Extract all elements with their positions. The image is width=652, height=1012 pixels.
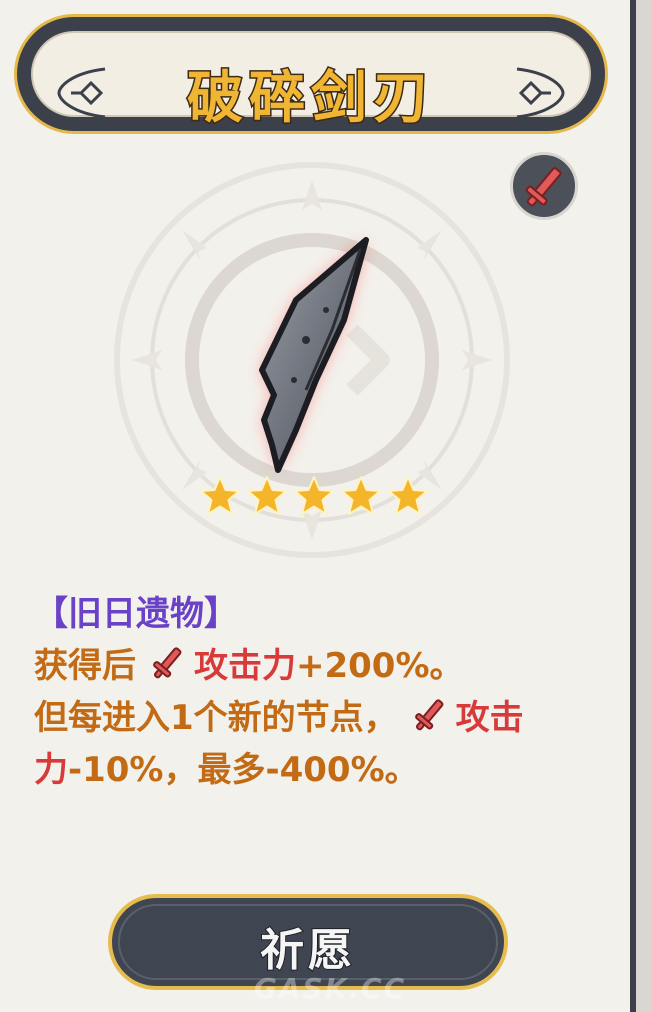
description-line-3: 力-10%，最多-400%。 <box>34 744 614 796</box>
attack-stat-label: 攻击力 <box>194 646 296 686</box>
title-banner-inner: 破碎剑刃 <box>31 31 591 133</box>
star-icon <box>388 476 428 515</box>
watermark: GASK.CC <box>253 972 407 1005</box>
category-line: 【旧日遗物】 <box>34 588 614 640</box>
attack-stat-label: 攻击 <box>455 698 524 738</box>
sword-icon <box>525 167 562 207</box>
description-line-1: 获得后 攻击力+200%。 <box>34 640 614 692</box>
description-line-2: 但每进入1个新的节点， 攻击 <box>34 692 614 744</box>
title-banner: 破碎剑刃 <box>14 14 608 134</box>
star-rating <box>198 472 430 530</box>
wish-button-label: 祈愿 <box>259 924 356 977</box>
description-text: +200%。 <box>296 646 464 686</box>
broken-blade-icon <box>259 237 369 473</box>
right-ornament-icon <box>516 67 565 119</box>
item-description: 【旧日遗物】 获得后 攻击力+200%。 但每进入1个新的节点， 攻击 力-10… <box>34 588 614 796</box>
description-text: 但每进入1个新的节点， <box>34 698 398 738</box>
attack-stat-label: 力 <box>34 750 68 790</box>
sword-icon <box>153 647 182 679</box>
category-label: 【旧日遗物】 <box>34 594 238 634</box>
star-icon <box>247 476 287 515</box>
star-icon <box>200 476 240 515</box>
item-type-badge <box>510 152 578 220</box>
background-panel-edge <box>636 0 652 1012</box>
description-text: -10%，最多-400%。 <box>68 750 419 790</box>
sword-icon <box>414 699 444 731</box>
description-text: 获得后 <box>34 646 136 686</box>
item-card: 破碎剑刃 【旧日遗物】 获得后 攻击力+200%。 但每进入1个新的节点， 攻击… <box>0 0 636 1012</box>
star-icon <box>294 476 334 515</box>
item-title: 破碎剑刃 <box>186 65 435 133</box>
star-icon <box>341 476 381 515</box>
